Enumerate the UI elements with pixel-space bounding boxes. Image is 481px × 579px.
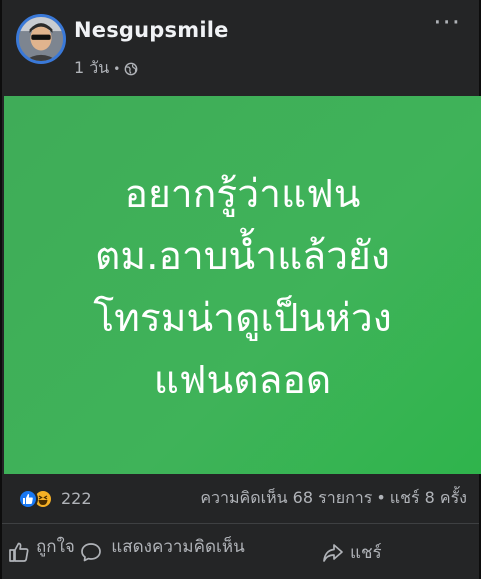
like-icon xyxy=(18,488,38,509)
comment-button[interactable]: แสดงความคิดเห็น xyxy=(80,535,260,563)
reaction-count: 222 xyxy=(61,489,92,508)
post-card: Nesgupsmile 1 วัน • ··· อยากรู้ว่าแฟน ตม… xyxy=(0,0,481,579)
author-avatar[interactable] xyxy=(16,14,66,64)
action-bar: ถูกใจ แสดงความคิดเห็น แชร์ xyxy=(2,525,479,579)
more-icon[interactable]: ··· xyxy=(433,8,461,38)
stats-separator: • xyxy=(376,488,386,507)
comment-count[interactable]: ความคิดเห็น 68 รายการ xyxy=(200,488,372,507)
like-label: ถูกใจ xyxy=(36,537,75,557)
post-header: Nesgupsmile 1 วัน • ··· xyxy=(2,0,479,96)
share-count[interactable]: แชร์ 8 ครั้ง xyxy=(390,488,467,507)
globe-icon[interactable] xyxy=(124,62,138,76)
share-label: แชร์ xyxy=(350,543,382,563)
meta-separator: • xyxy=(113,61,121,76)
stats-summary: ความคิดเห็น 68 รายการ • แชร์ 8 ครั้ง xyxy=(200,486,467,511)
post-stats: 222 ความคิดเห็น 68 รายการ • แชร์ 8 ครั้ง xyxy=(2,474,479,524)
post-image[interactable]: อยากรู้ว่าแฟน ตม.อาบน้ำแล้วยัง โทรมน่าดู… xyxy=(4,96,481,474)
comment-icon xyxy=(81,543,101,562)
thumbs-up-icon xyxy=(9,542,29,562)
post-image-text: อยากรู้ว่าแฟน ตม.อาบน้ำแล้วยัง โทรมน่าดู… xyxy=(93,164,392,412)
post-text-line: แฟนตลอด xyxy=(153,358,332,403)
reaction-summary[interactable]: 222 xyxy=(18,488,92,509)
post-text-line: อยากรู้ว่าแฟน xyxy=(124,172,361,217)
post-text-line: โทรมน่าดูเป็นห่วง xyxy=(93,296,392,341)
post-meta: 1 วัน • xyxy=(74,56,138,81)
share-button[interactable]: แชร์ xyxy=(322,541,382,565)
post-text-line: ตม.อาบน้ำแล้วยัง xyxy=(95,234,390,279)
share-icon xyxy=(323,544,343,562)
post-time[interactable]: 1 วัน xyxy=(74,56,109,81)
comment-label: แสดงความคิดเห็น xyxy=(111,537,245,557)
like-button[interactable]: ถูกใจ xyxy=(8,535,78,563)
avatar-image xyxy=(19,17,63,61)
author-name[interactable]: Nesgupsmile xyxy=(74,18,229,42)
